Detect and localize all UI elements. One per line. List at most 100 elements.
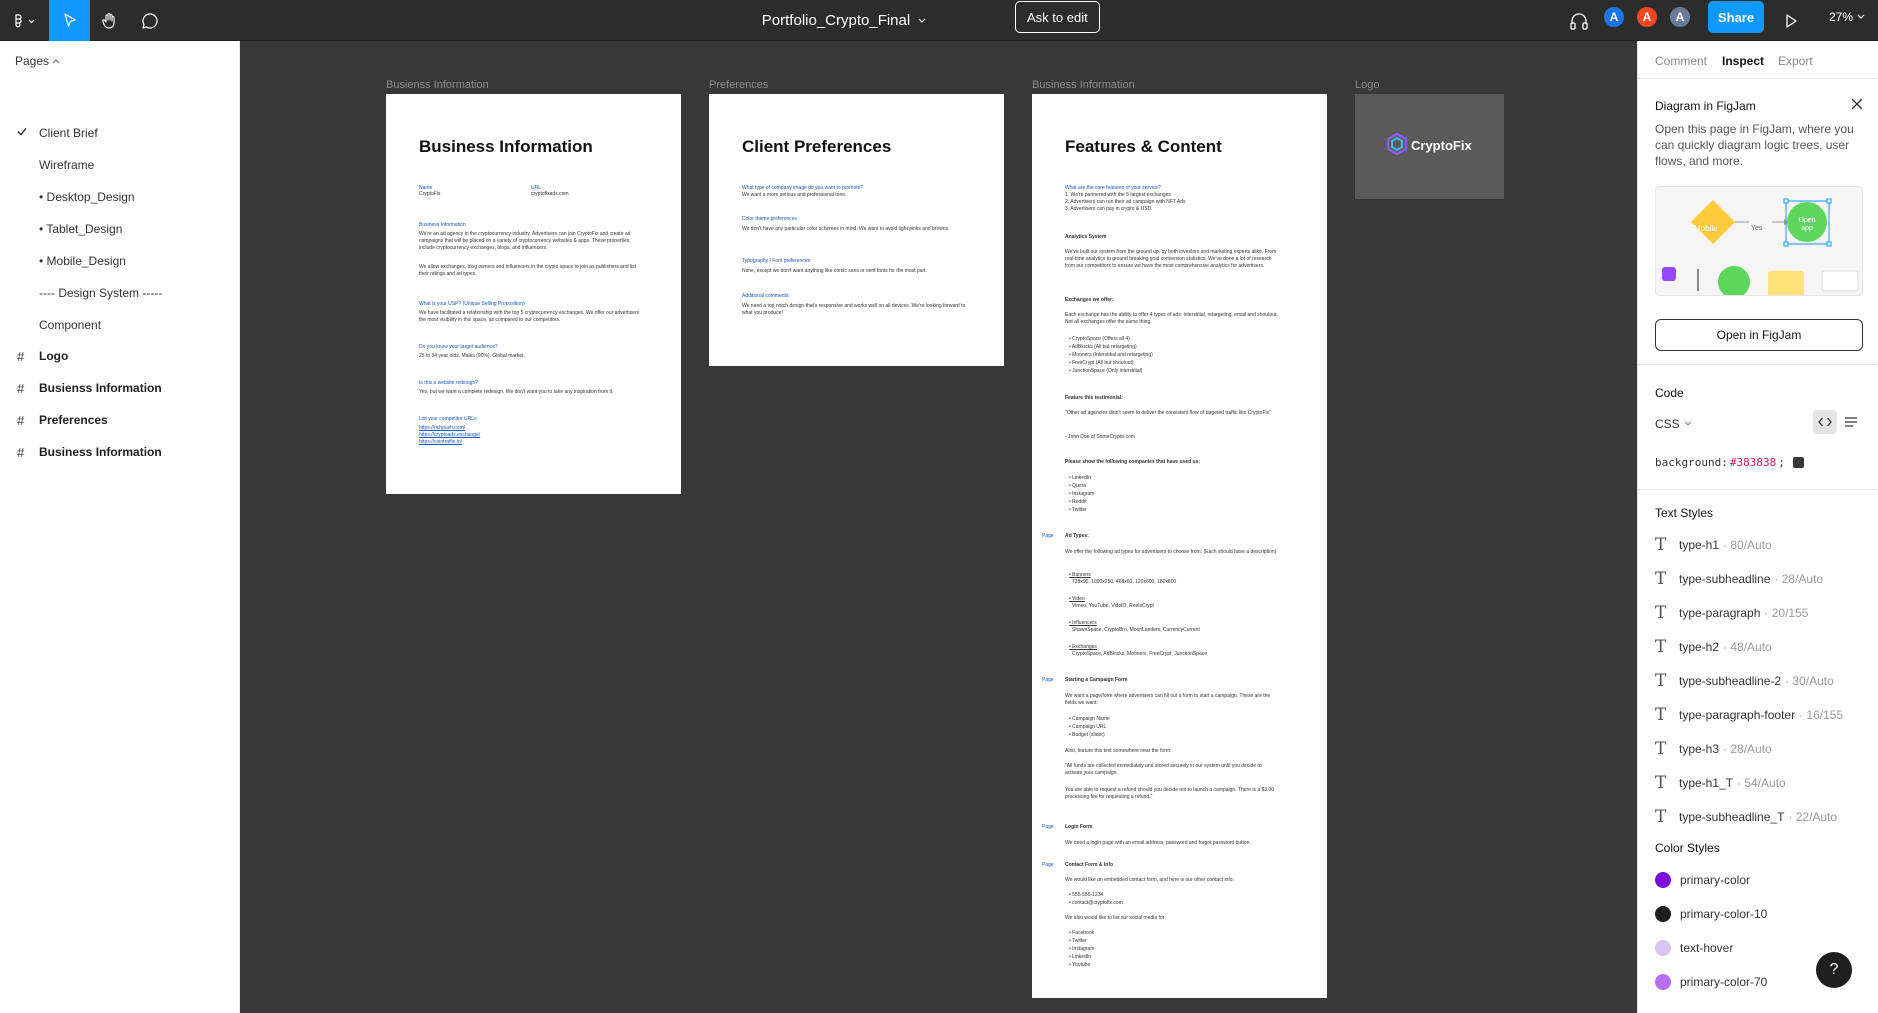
left-sidebar: Pages Client Brief Wireframe • Desktop_D… (0, 41, 240, 1013)
text-style-item[interactable]: Ttype-h1 · 80/Auto (1655, 535, 1772, 555)
text-style-icon: T (1655, 705, 1667, 725)
avatar[interactable]: A (1668, 5, 1692, 29)
list-item: • Youtube (1069, 962, 1091, 968)
list-item: 1. We're partnered with the 5 largest ex… (1065, 192, 1171, 198)
panel-tabs: Comment Inspect Export (1638, 41, 1878, 79)
text-style-item[interactable]: Ttype-paragraph · 20/155 (1655, 603, 1808, 623)
hand-tool-button[interactable] (90, 0, 130, 41)
color-style-item[interactable]: primary-color-70 (1655, 972, 1767, 992)
open-in-figjam-button[interactable]: Open in FigJam (1655, 319, 1863, 351)
color-swatch (1792, 457, 1804, 468)
present-button[interactable] (1784, 0, 1798, 41)
list-item: • Banners (1069, 572, 1091, 578)
frame-client-preferences[interactable]: Client Preferences What type of company … (709, 94, 1004, 366)
frame-icon: # (17, 380, 25, 396)
layer-item-business-information[interactable]: # Business Information (0, 438, 240, 466)
page-item-mobile-design[interactable]: • Mobile_Design (0, 247, 240, 275)
text-style-item[interactable]: Ttype-h3 · 28/Auto (1655, 739, 1772, 759)
section-heading: Please show the following companies that… (1065, 459, 1201, 465)
color-style-item[interactable]: primary-color (1655, 870, 1750, 890)
tab-export[interactable]: Export (1778, 54, 1813, 68)
competitor-link: https://cryptoads.exchange/ (419, 432, 481, 438)
list-item: • Influencers (1069, 620, 1097, 626)
section-heading: Contact Form & Info (1065, 862, 1114, 868)
page-item-desktop-design[interactable]: • Desktop_Design (0, 183, 240, 211)
list-item: • Budget (slider) (1069, 732, 1105, 738)
answer-text: - John Doe of SomeCrypto.com (1065, 434, 1136, 440)
frame-label[interactable]: Logo (1355, 79, 1379, 91)
answer-text: CryptoFix (419, 191, 441, 197)
answer-text: We've built our system from the ground u… (1065, 249, 1277, 269)
code-view-button[interactable] (1813, 410, 1837, 434)
text-style-item[interactable]: Ttype-subheadline-2 · 30/Auto (1655, 671, 1834, 691)
frame-label[interactable]: Preferences (709, 79, 768, 91)
text-style-item[interactable]: Ttype-h1_T · 54/Auto (1655, 773, 1786, 793)
frame-icon: # (17, 444, 25, 460)
code-section-title: Code (1655, 386, 1684, 400)
page-link-tag[interactable]: Page (1042, 677, 1054, 683)
page-item-wireframe[interactable]: Wireframe (0, 151, 240, 179)
page-link-tag[interactable]: Page (1042, 533, 1054, 539)
answer-text: Each exchange has the ability to offer 4… (1065, 312, 1278, 325)
text-style-item[interactable]: Ttype-paragraph-footer · 16/155 (1655, 705, 1843, 725)
layer-item-logo[interactable]: # Logo (0, 342, 240, 370)
page-item-design-system[interactable]: ---- Design System ----- (0, 279, 240, 307)
frame-icon: # (17, 412, 25, 428)
figma-logo-icon (15, 13, 35, 27)
chevron-down-icon (918, 18, 926, 23)
text-style-icon: T (1655, 637, 1667, 657)
close-icon[interactable] (1850, 97, 1864, 111)
avatar[interactable]: A (1635, 5, 1659, 29)
answer-text: We need a top notch design that's respon… (742, 303, 966, 316)
file-name-menu[interactable]: Portfolio_Crypto_Final (762, 12, 926, 29)
avatar[interactable]: A (1602, 5, 1626, 29)
pages-header[interactable]: Pages (15, 54, 60, 68)
layer-item-preferences[interactable]: # Preferences (0, 406, 240, 434)
page-item-tablet-design[interactable]: • Tablet_Design (0, 215, 240, 243)
ask-to-edit-button[interactable]: Ask to edit (1015, 1, 1100, 33)
main-menu-button[interactable] (0, 0, 48, 41)
color-style-item[interactable]: text-hover (1655, 938, 1733, 958)
color-style-item[interactable]: primary-color-10 (1655, 904, 1767, 924)
tab-comment[interactable]: Comment (1655, 54, 1707, 68)
page-link-tag[interactable]: Page (1042, 862, 1054, 868)
code-language-select[interactable]: CSS (1655, 417, 1692, 431)
frame-label[interactable]: Business Information (1032, 79, 1135, 91)
answer-text: We want a more serious and professional … (742, 192, 847, 198)
section-heading: Ad Types: (1065, 533, 1089, 539)
tab-inspect[interactable]: Inspect (1722, 54, 1764, 68)
list-item-desc: CryptoSpace, AdBlocks, Mooners, FreeCryp… (1072, 651, 1208, 657)
share-button[interactable]: Share (1708, 1, 1764, 33)
question-label: Color theme preferences (742, 216, 798, 222)
list-item: • FreeCrypt (All but shoutout) (1069, 360, 1134, 366)
page-link-tag[interactable]: Page (1042, 824, 1054, 830)
answer-text: Also, feature this text somewhere near t… (1065, 748, 1172, 754)
text-style-item[interactable]: Ttype-subheadline_T · 22/Auto (1655, 807, 1837, 827)
move-tool-button[interactable] (49, 0, 90, 41)
frame-icon: # (17, 348, 25, 364)
question-label: Do you know your target audience? (419, 344, 498, 350)
list-item-desc: ShawnSpace, CryptoBro, MoonLanders, Curr… (1072, 627, 1200, 633)
frame-features-content[interactable]: Features & Content What are the core fea… (1032, 94, 1327, 998)
comment-tool-button[interactable] (130, 0, 170, 41)
zoom-menu[interactable]: 27% (1829, 0, 1865, 34)
text-style-icon: T (1655, 569, 1667, 589)
frame-logo[interactable]: CryptoFix (1355, 94, 1504, 199)
code-snippet[interactable]: background: #383838 ; (1655, 456, 1804, 469)
page-item-component[interactable]: Component (0, 311, 240, 339)
frame-label[interactable]: Busienss Information (386, 79, 489, 91)
audio-button[interactable] (1569, 0, 1589, 41)
layer-item-busienss-information[interactable]: # Busienss Information (0, 374, 240, 402)
page-item-client-brief[interactable]: Client Brief (0, 119, 240, 147)
canvas[interactable]: Busienss Information Preferences Busines… (240, 41, 1637, 1013)
list-item-desc: 728x90, 1090x250, 468x60, 120x600, 180x8… (1072, 579, 1177, 585)
list-item: 2. Advertisers can run their ad campaign… (1065, 199, 1186, 205)
text-style-item[interactable]: Ttype-subheadline · 28/Auto (1655, 569, 1823, 589)
text-style-item[interactable]: Ttype-h2 · 48/Auto (1655, 637, 1772, 657)
comment-icon (142, 12, 158, 29)
answer-text: 25 to 34 year olds. Males (90%). Global … (419, 353, 525, 359)
frame-business-information[interactable]: Business Information Name CryptoFix URL … (386, 94, 681, 494)
help-button[interactable]: ? (1816, 952, 1852, 988)
answer-text: We're an ad agency in the cryptocurrency… (419, 231, 631, 251)
list-view-button[interactable] (1839, 410, 1863, 434)
